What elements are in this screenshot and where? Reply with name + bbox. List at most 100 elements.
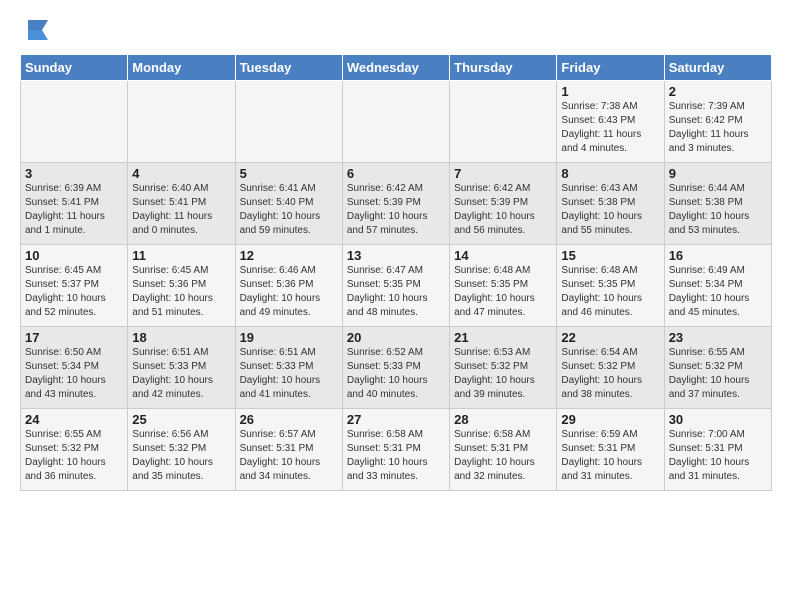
week-row-5: 24Sunrise: 6:55 AM Sunset: 5:32 PM Dayli…: [21, 409, 772, 491]
logo: [20, 16, 52, 44]
day-info: Sunrise: 6:42 AM Sunset: 5:39 PM Dayligh…: [454, 182, 552, 238]
calendar-table: SundayMondayTuesdayWednesdayThursdayFrid…: [20, 54, 772, 491]
calendar-cell: 10Sunrise: 6:45 AM Sunset: 5:37 PM Dayli…: [21, 245, 128, 327]
day-number: 24: [25, 412, 123, 427]
day-info: Sunrise: 6:57 AM Sunset: 5:31 PM Dayligh…: [240, 428, 338, 484]
day-info: Sunrise: 6:56 AM Sunset: 5:32 PM Dayligh…: [132, 428, 230, 484]
calendar-cell: [235, 81, 342, 163]
day-number: 17: [25, 330, 123, 345]
calendar-cell: 18Sunrise: 6:51 AM Sunset: 5:33 PM Dayli…: [128, 327, 235, 409]
calendar-cell: [342, 81, 449, 163]
day-info: Sunrise: 6:58 AM Sunset: 5:31 PM Dayligh…: [347, 428, 445, 484]
calendar-cell: 29Sunrise: 6:59 AM Sunset: 5:31 PM Dayli…: [557, 409, 664, 491]
day-number: 14: [454, 248, 552, 263]
day-info: Sunrise: 6:58 AM Sunset: 5:31 PM Dayligh…: [454, 428, 552, 484]
day-number: 12: [240, 248, 338, 263]
calendar-cell: 12Sunrise: 6:46 AM Sunset: 5:36 PM Dayli…: [235, 245, 342, 327]
day-number: 2: [669, 84, 767, 99]
week-row-2: 3Sunrise: 6:39 AM Sunset: 5:41 PM Daylig…: [21, 163, 772, 245]
day-number: 22: [561, 330, 659, 345]
day-info: Sunrise: 6:43 AM Sunset: 5:38 PM Dayligh…: [561, 182, 659, 238]
calendar-cell: 4Sunrise: 6:40 AM Sunset: 5:41 PM Daylig…: [128, 163, 235, 245]
day-number: 1: [561, 84, 659, 99]
week-row-1: 1Sunrise: 7:38 AM Sunset: 6:43 PM Daylig…: [21, 81, 772, 163]
calendar-cell: 27Sunrise: 6:58 AM Sunset: 5:31 PM Dayli…: [342, 409, 449, 491]
header-row: SundayMondayTuesdayWednesdayThursdayFrid…: [21, 55, 772, 81]
day-info: Sunrise: 6:41 AM Sunset: 5:40 PM Dayligh…: [240, 182, 338, 238]
day-info: Sunrise: 6:51 AM Sunset: 5:33 PM Dayligh…: [132, 346, 230, 402]
day-number: 5: [240, 166, 338, 181]
day-number: 20: [347, 330, 445, 345]
day-info: Sunrise: 6:45 AM Sunset: 5:37 PM Dayligh…: [25, 264, 123, 320]
calendar-cell: 20Sunrise: 6:52 AM Sunset: 5:33 PM Dayli…: [342, 327, 449, 409]
day-info: Sunrise: 6:55 AM Sunset: 5:32 PM Dayligh…: [25, 428, 123, 484]
day-info: Sunrise: 6:52 AM Sunset: 5:33 PM Dayligh…: [347, 346, 445, 402]
calendar-cell: 2Sunrise: 7:39 AM Sunset: 6:42 PM Daylig…: [664, 81, 771, 163]
day-info: Sunrise: 6:42 AM Sunset: 5:39 PM Dayligh…: [347, 182, 445, 238]
day-number: 7: [454, 166, 552, 181]
calendar-cell: 30Sunrise: 7:00 AM Sunset: 5:31 PM Dayli…: [664, 409, 771, 491]
calendar-cell: 21Sunrise: 6:53 AM Sunset: 5:32 PM Dayli…: [450, 327, 557, 409]
calendar-cell: 19Sunrise: 6:51 AM Sunset: 5:33 PM Dayli…: [235, 327, 342, 409]
calendar-cell: 24Sunrise: 6:55 AM Sunset: 5:32 PM Dayli…: [21, 409, 128, 491]
week-row-4: 17Sunrise: 6:50 AM Sunset: 5:34 PM Dayli…: [21, 327, 772, 409]
calendar-cell: 5Sunrise: 6:41 AM Sunset: 5:40 PM Daylig…: [235, 163, 342, 245]
calendar-cell: [21, 81, 128, 163]
day-info: Sunrise: 6:46 AM Sunset: 5:36 PM Dayligh…: [240, 264, 338, 320]
day-info: Sunrise: 6:44 AM Sunset: 5:38 PM Dayligh…: [669, 182, 767, 238]
header: [20, 16, 772, 44]
day-number: 26: [240, 412, 338, 427]
day-number: 3: [25, 166, 123, 181]
calendar-cell: 6Sunrise: 6:42 AM Sunset: 5:39 PM Daylig…: [342, 163, 449, 245]
day-info: Sunrise: 7:00 AM Sunset: 5:31 PM Dayligh…: [669, 428, 767, 484]
calendar-cell: 16Sunrise: 6:49 AM Sunset: 5:34 PM Dayli…: [664, 245, 771, 327]
day-info: Sunrise: 6:50 AM Sunset: 5:34 PM Dayligh…: [25, 346, 123, 402]
day-info: Sunrise: 6:59 AM Sunset: 5:31 PM Dayligh…: [561, 428, 659, 484]
calendar-cell: [450, 81, 557, 163]
calendar-cell: 9Sunrise: 6:44 AM Sunset: 5:38 PM Daylig…: [664, 163, 771, 245]
day-number: 13: [347, 248, 445, 263]
calendar-cell: 7Sunrise: 6:42 AM Sunset: 5:39 PM Daylig…: [450, 163, 557, 245]
header-cell-thursday: Thursday: [450, 55, 557, 81]
day-number: 18: [132, 330, 230, 345]
day-info: Sunrise: 7:39 AM Sunset: 6:42 PM Dayligh…: [669, 100, 767, 156]
day-info: Sunrise: 6:47 AM Sunset: 5:35 PM Dayligh…: [347, 264, 445, 320]
calendar-cell: 25Sunrise: 6:56 AM Sunset: 5:32 PM Dayli…: [128, 409, 235, 491]
day-number: 8: [561, 166, 659, 181]
day-number: 19: [240, 330, 338, 345]
day-number: 4: [132, 166, 230, 181]
week-row-3: 10Sunrise: 6:45 AM Sunset: 5:37 PM Dayli…: [21, 245, 772, 327]
header-cell-friday: Friday: [557, 55, 664, 81]
day-number: 11: [132, 248, 230, 263]
calendar-cell: 22Sunrise: 6:54 AM Sunset: 5:32 PM Dayli…: [557, 327, 664, 409]
day-info: Sunrise: 6:49 AM Sunset: 5:34 PM Dayligh…: [669, 264, 767, 320]
day-number: 30: [669, 412, 767, 427]
day-info: Sunrise: 6:39 AM Sunset: 5:41 PM Dayligh…: [25, 182, 123, 238]
day-info: Sunrise: 6:48 AM Sunset: 5:35 PM Dayligh…: [454, 264, 552, 320]
header-cell-wednesday: Wednesday: [342, 55, 449, 81]
day-number: 27: [347, 412, 445, 427]
logo-flag-icon: [24, 16, 52, 44]
day-number: 21: [454, 330, 552, 345]
calendar-cell: 11Sunrise: 6:45 AM Sunset: 5:36 PM Dayli…: [128, 245, 235, 327]
header-cell-sunday: Sunday: [21, 55, 128, 81]
calendar-page: SundayMondayTuesdayWednesdayThursdayFrid…: [0, 0, 792, 501]
day-info: Sunrise: 6:55 AM Sunset: 5:32 PM Dayligh…: [669, 346, 767, 402]
calendar-cell: 23Sunrise: 6:55 AM Sunset: 5:32 PM Dayli…: [664, 327, 771, 409]
day-number: 15: [561, 248, 659, 263]
calendar-cell: 26Sunrise: 6:57 AM Sunset: 5:31 PM Dayli…: [235, 409, 342, 491]
day-number: 28: [454, 412, 552, 427]
day-number: 16: [669, 248, 767, 263]
calendar-cell: 1Sunrise: 7:38 AM Sunset: 6:43 PM Daylig…: [557, 81, 664, 163]
day-info: Sunrise: 6:54 AM Sunset: 5:32 PM Dayligh…: [561, 346, 659, 402]
calendar-cell: 14Sunrise: 6:48 AM Sunset: 5:35 PM Dayli…: [450, 245, 557, 327]
day-number: 23: [669, 330, 767, 345]
header-cell-monday: Monday: [128, 55, 235, 81]
calendar-body: 1Sunrise: 7:38 AM Sunset: 6:43 PM Daylig…: [21, 81, 772, 491]
day-number: 9: [669, 166, 767, 181]
header-cell-tuesday: Tuesday: [235, 55, 342, 81]
day-info: Sunrise: 7:38 AM Sunset: 6:43 PM Dayligh…: [561, 100, 659, 156]
day-number: 29: [561, 412, 659, 427]
day-info: Sunrise: 6:40 AM Sunset: 5:41 PM Dayligh…: [132, 182, 230, 238]
calendar-cell: 15Sunrise: 6:48 AM Sunset: 5:35 PM Dayli…: [557, 245, 664, 327]
